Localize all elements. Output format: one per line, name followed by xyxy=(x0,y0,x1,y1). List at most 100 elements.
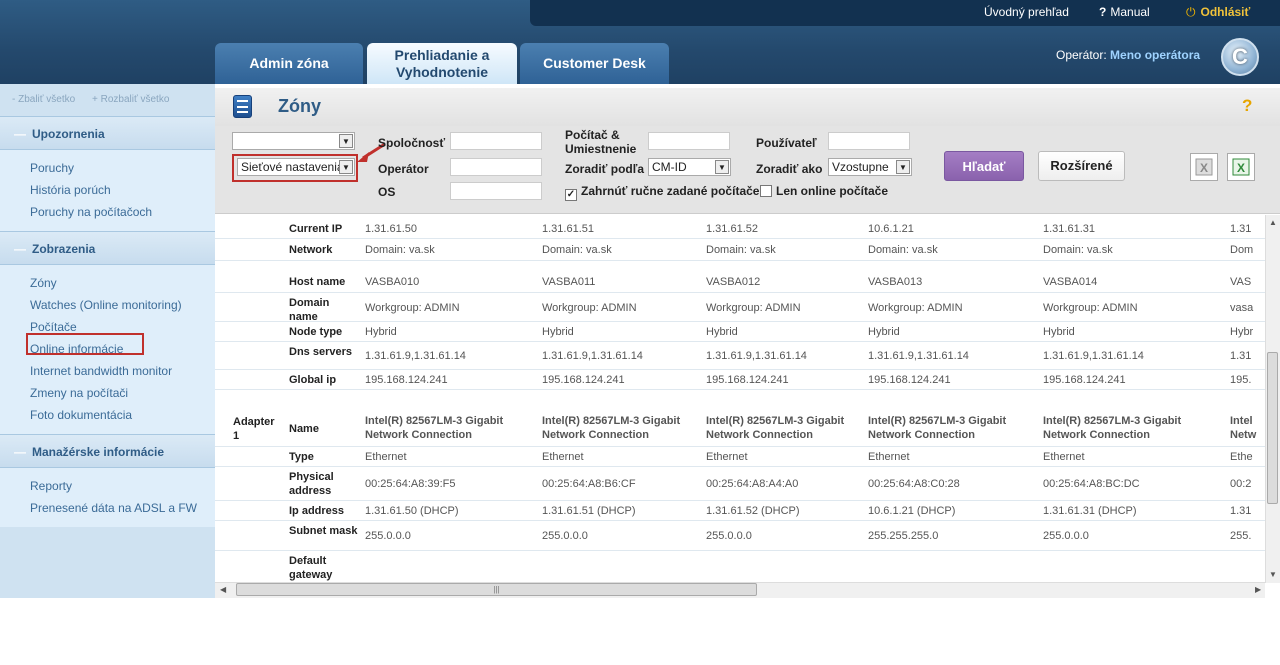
help-icon: ? xyxy=(1099,5,1107,19)
vertical-scroll-thumb[interactable] xyxy=(1267,352,1278,504)
top-link-bar xyxy=(530,0,1280,26)
operator-info: Operátor: Meno operátora xyxy=(1056,48,1200,62)
table-cell: Hybrid xyxy=(542,326,574,338)
chevron-down-icon: ▼ xyxy=(715,160,729,174)
table-cell: Workgroup: ADMIN xyxy=(365,301,460,314)
sidebar-item-pc-faults[interactable]: Poruchy na počítačoch xyxy=(30,201,215,223)
table-cell: 00:2 xyxy=(1230,478,1252,490)
sort-order-label: Zoradiť ako xyxy=(756,162,823,176)
table-cell: VASBA014 xyxy=(1043,276,1098,288)
sidebar-item-bandwidth[interactable]: Internet bandwidth monitor xyxy=(30,360,215,382)
row-label: Subnet mask xyxy=(289,525,358,537)
excel-export-disabled-icon[interactable]: X xyxy=(1190,153,1218,181)
user-label: Používateľ xyxy=(756,136,817,150)
table-row: Host name VASBA010 VASBA011 VASBA012 VASBA01… xyxy=(215,271,1265,293)
manual-pc-checkbox[interactable]: ✓ xyxy=(565,189,577,201)
table-cell: 1.31.61.50 (DHCP) xyxy=(365,505,459,517)
online-only-checkbox[interactable] xyxy=(760,185,772,197)
excel-export-icon[interactable]: X xyxy=(1227,153,1255,181)
table-cell: 10.6.1.21 (DHCP) xyxy=(868,505,956,517)
sidebar-section-alerts[interactable]: — Upozornenia xyxy=(0,116,215,150)
table-cell: 00:25:64:A8:B6:CF xyxy=(542,478,636,490)
table-cell: Hybrid xyxy=(868,326,900,338)
sidebar-section-management[interactable]: — Manažérske informácie xyxy=(0,434,215,468)
table-row: Dns servers 1.31.61.9,1.31.61.14 1.31.61.9… xyxy=(215,342,1265,370)
search-button[interactable]: Hľadať xyxy=(944,151,1024,181)
table-cell: Domain: va.sk xyxy=(1043,244,1113,256)
table-row: Global ip 195.168.124.241 195.168.124.241 1… xyxy=(215,370,1265,390)
row-label: Type xyxy=(289,451,314,463)
operator-input[interactable] xyxy=(450,158,542,176)
row-label: Name xyxy=(289,423,319,435)
computer-input[interactable] xyxy=(648,132,730,150)
overview-link[interactable]: Úvodný prehľad xyxy=(984,5,1069,19)
logout-link[interactable]: ⏻ Odhlásiť xyxy=(1186,5,1250,20)
sidebar-item-faults[interactable]: Poruchy xyxy=(30,157,215,179)
sort-order-select[interactable]: Vzostupne ▼ xyxy=(828,158,912,176)
logout-label: Odhlásiť xyxy=(1200,5,1251,19)
table-cell: Workgroup: ADMIN xyxy=(1043,301,1138,314)
row-label: Default gateway xyxy=(289,555,333,581)
table-cell: Dom xyxy=(1230,244,1254,256)
sidebar-section-alerts-items: Poruchy História porúch Poruchy na počít… xyxy=(0,150,215,231)
sidebar-item-adsl-data[interactable]: Prenesené dáta na ADSL a FW xyxy=(30,497,215,519)
sidebar-item-reports[interactable]: Reporty xyxy=(30,475,215,497)
chevron-down-icon: ▼ xyxy=(339,134,353,148)
table-cell: 00:25:64:A8:A4:A0 xyxy=(706,478,799,490)
tab-admin-zone[interactable]: Admin zóna xyxy=(215,43,363,84)
row-label: Current IP xyxy=(289,222,343,235)
os-input[interactable] xyxy=(450,182,542,200)
minus-icon: — xyxy=(14,242,26,256)
sidebar-section-views[interactable]: — Zobrazenia xyxy=(0,231,215,265)
table-cell: Intel(R) 82567LM-3 Gigabit Network Conne… xyxy=(706,415,845,441)
page-title: Zóny xyxy=(278,96,321,116)
expand-all-link[interactable]: + Rozbaliť všetko xyxy=(92,94,169,105)
scroll-down-icon[interactable]: ▼ xyxy=(1269,570,1277,579)
table-cell: 1.31.61.51 (DHCP) xyxy=(542,505,636,517)
table-cell: 00:25:64:A8:39:F5 xyxy=(365,478,456,490)
table-cell: 10.6.1.21 xyxy=(868,222,914,235)
scroll-right-icon[interactable]: ▶ xyxy=(1255,585,1261,594)
filter-select-1[interactable]: ▼ xyxy=(232,132,355,150)
help-icon[interactable]: ? xyxy=(1242,96,1252,116)
table-cell: Ethernet xyxy=(706,451,748,463)
table-cell: Intel(R) 82567LM-3 Gigabit Network Conne… xyxy=(868,415,1007,441)
table-cell: 1.31.61.9,1.31.61.14 xyxy=(1043,350,1144,362)
section-title: Manažérske informácie xyxy=(32,445,165,459)
scroll-up-icon[interactable]: ▲ xyxy=(1269,218,1277,227)
operator-name: Meno operátora xyxy=(1110,48,1201,62)
tab-browse-evaluate[interactable]: Prehliadanie a Vyhodnotenie xyxy=(367,43,517,84)
table-row: Current IP 1.31.61.50 1.31.61.51 1.31.61.52… xyxy=(215,218,1265,239)
manual-pc-option[interactable]: ✓ Zahrnúť ručne zadané počítače xyxy=(565,184,759,201)
sidebar-highlight-box xyxy=(26,333,144,355)
table-cell: Intel(R) 82567LM-3 Gigabit Network Conne… xyxy=(365,415,504,441)
tab-customer-desk[interactable]: Customer Desk xyxy=(520,43,669,84)
sidebar-item-pc-changes[interactable]: Zmeny na počítači xyxy=(30,382,215,404)
user-input[interactable] xyxy=(828,132,910,150)
online-only-option[interactable]: Len online počítače xyxy=(760,184,888,198)
table-cell: 1.31 xyxy=(1230,505,1252,517)
sidebar-item-watches[interactable]: Watches (Online monitoring) xyxy=(30,294,215,316)
horizontal-scroll-thumb[interactable]: ||| xyxy=(236,583,757,596)
collapse-all-link[interactable]: - Zbaliť všetko xyxy=(12,94,75,105)
sort-by-select[interactable]: CM-ID ▼ xyxy=(648,158,731,176)
company-input[interactable] xyxy=(450,132,542,150)
sidebar-item-fault-history[interactable]: História porúch xyxy=(30,179,215,201)
sidebar-item-zones[interactable]: Zóny xyxy=(30,272,215,294)
table-row: Domain name Workgroup: ADMIN Workgroup: AD… xyxy=(215,293,1265,323)
row-label: Dns servers xyxy=(289,346,352,358)
table-cell: Domain: va.sk xyxy=(706,244,776,256)
manual-link[interactable]: ? Manual xyxy=(1099,5,1150,19)
table-row: Physical address 00:25:64:A8:39:F5 00:25:6… xyxy=(215,467,1265,501)
zones-icon xyxy=(233,95,252,118)
os-label: OS xyxy=(378,185,396,199)
sidebar-item-photo-docs[interactable]: Foto dokumentácia xyxy=(30,404,215,426)
advanced-button[interactable]: Rozšírené xyxy=(1038,151,1125,181)
table-cell: 1.31.61.51 xyxy=(542,222,594,235)
row-label: Ip address xyxy=(289,505,345,517)
svg-text:X: X xyxy=(1200,161,1208,175)
power-icon: ⏻ xyxy=(1186,5,1196,19)
table-cell: Workgroup: ADMIN xyxy=(868,301,963,314)
scroll-left-icon[interactable]: ◀ xyxy=(220,585,226,594)
table-cell: Workgroup: ADMIN xyxy=(706,301,801,314)
